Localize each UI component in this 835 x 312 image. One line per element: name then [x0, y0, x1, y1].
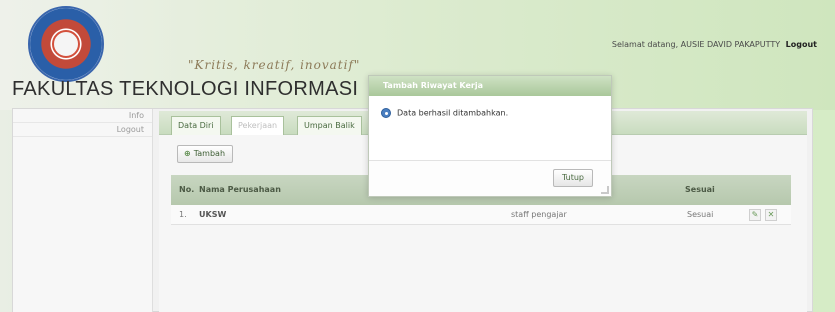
header-no: No.: [179, 185, 195, 194]
tab-data-diri[interactable]: Data Diri: [171, 116, 221, 135]
header-match: Sesuai: [685, 185, 715, 194]
header-company: Nama Perusahaan: [199, 185, 281, 194]
cell-no: 1.: [179, 210, 187, 219]
tab-pekerjaan[interactable]: Pekerjaan: [231, 116, 285, 135]
cell-position: staff pengajar: [511, 210, 567, 219]
close-button[interactable]: Tutup: [552, 169, 593, 187]
table-row[interactable]: 1. UKSW staff pengajar Sesuai ✎ ✕: [171, 205, 791, 225]
success-dialog: Tambah Riwayat Kerja Data berhasil ditam…: [368, 75, 612, 197]
welcome-text: Selamat datang, AUSIE DAVID PAKAPUTTY: [611, 40, 781, 49]
logout-link[interactable]: Logout: [786, 40, 817, 49]
sidebar-item-info[interactable]: Info: [13, 109, 152, 123]
add-button-label: Tambah: [193, 149, 226, 158]
resize-handle[interactable]: [601, 186, 609, 194]
sidebar-item-logout[interactable]: Logout: [13, 123, 152, 137]
dialog-body: Data berhasil ditambahkan.: [369, 96, 611, 162]
tab-umpan-balik[interactable]: Umpan Balik: [297, 116, 362, 135]
dialog-message: Data berhasil ditambahkan.: [397, 108, 509, 118]
logo-emblem: [52, 30, 80, 58]
edit-icon[interactable]: ✎: [749, 209, 761, 221]
university-logo: [28, 6, 104, 82]
cell-match: Sesuai: [687, 210, 714, 219]
faculty-tagline: "Kritis, kreatif, inovatif": [188, 58, 361, 72]
plus-icon: ⊕: [184, 149, 191, 158]
dialog-title[interactable]: Tambah Riwayat Kerja: [369, 76, 611, 96]
info-icon: [381, 108, 391, 118]
welcome-bar: Selamat datang, AUSIE DAVID PAKAPUTTY Lo…: [612, 40, 817, 49]
faculty-title: FAKULTAS TEKNOLOGI INFORMASI: [12, 78, 359, 100]
cell-company: UKSW: [199, 210, 227, 219]
dialog-footer: Tutup: [369, 160, 611, 196]
sidebar: Info Logout: [13, 109, 153, 312]
add-button[interactable]: ⊕ Tambah: [177, 145, 234, 163]
delete-icon[interactable]: ✕: [765, 209, 777, 221]
